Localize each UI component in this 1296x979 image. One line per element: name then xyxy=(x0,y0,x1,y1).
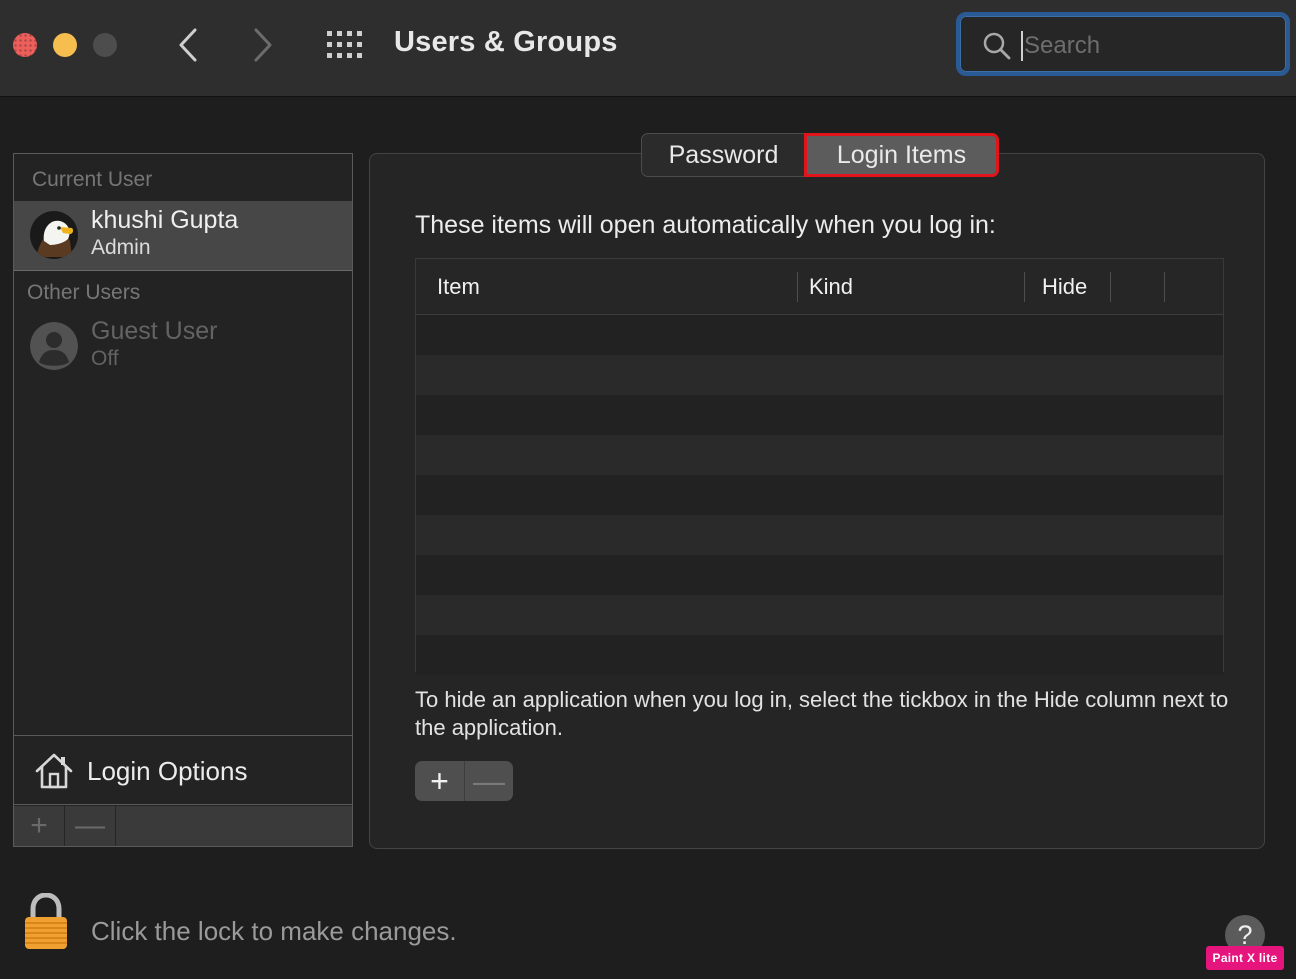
search-icon xyxy=(983,32,1011,60)
add-remove-control: + — xyxy=(415,761,513,801)
login-items-intro: These items will open automatically when… xyxy=(415,211,996,239)
avatar xyxy=(30,211,78,259)
column-divider[interactable] xyxy=(1024,272,1025,302)
table-row xyxy=(416,315,1223,355)
avatar xyxy=(30,322,78,370)
login-items-table[interactable]: Item Kind Hide xyxy=(415,258,1224,675)
column-header-kind[interactable]: Kind xyxy=(809,274,853,300)
back-button[interactable] xyxy=(170,26,206,64)
table-row xyxy=(416,355,1223,395)
table-row xyxy=(416,435,1223,475)
tab-bar: Password Login Items xyxy=(641,133,999,177)
minimize-window-button[interactable] xyxy=(53,33,77,57)
table-row xyxy=(416,635,1223,675)
lock-button[interactable] xyxy=(22,892,70,951)
chevron-right-icon xyxy=(254,28,272,62)
table-row xyxy=(416,555,1223,595)
login-options-button[interactable]: Login Options xyxy=(14,735,352,805)
column-header-hide[interactable]: Hide xyxy=(1042,274,1087,300)
tab-login-items[interactable]: Login Items xyxy=(804,133,999,177)
title-bar: Users & Groups xyxy=(0,0,1296,97)
user-row-current[interactable]: khushi Gupta Admin xyxy=(14,201,352,271)
other-users-header: Other Users xyxy=(27,281,141,304)
table-row xyxy=(416,395,1223,435)
tab-password[interactable]: Password xyxy=(642,134,805,176)
current-user-role: Admin xyxy=(91,236,151,259)
grid-icon xyxy=(327,31,362,58)
add-login-item-button[interactable]: + xyxy=(415,761,464,801)
column-divider[interactable] xyxy=(1110,272,1111,302)
house-icon xyxy=(35,753,73,789)
window-title: Users & Groups xyxy=(394,26,618,58)
person-icon xyxy=(30,322,78,370)
remove-user-button[interactable]: — xyxy=(65,806,116,846)
column-divider[interactable] xyxy=(797,272,798,302)
current-user-header: Current User xyxy=(32,168,153,191)
table-row xyxy=(416,475,1223,515)
add-user-button[interactable]: + xyxy=(14,806,65,846)
guest-user-name: Guest User xyxy=(91,317,218,345)
table-header: Item Kind Hide xyxy=(416,259,1223,315)
show-all-button[interactable] xyxy=(326,30,364,60)
table-body xyxy=(416,315,1223,675)
column-header-item[interactable]: Item xyxy=(437,274,480,300)
table-row xyxy=(416,595,1223,635)
users-sidebar: Current User khushi Gupta Admin Other Us… xyxy=(13,153,353,847)
column-divider[interactable] xyxy=(1164,272,1165,302)
search-input[interactable] xyxy=(1024,28,1274,64)
lock-icon xyxy=(25,892,67,949)
remove-login-item-button[interactable]: — xyxy=(464,761,513,801)
login-options-label: Login Options xyxy=(87,756,248,786)
zoom-window-button[interactable] xyxy=(93,33,117,57)
close-window-button[interactable] xyxy=(13,33,37,57)
lock-status-text[interactable]: Click the lock to make changes. xyxy=(91,916,457,947)
chevron-left-icon xyxy=(179,28,197,62)
table-row xyxy=(416,515,1223,555)
guest-user-status: Off xyxy=(91,347,119,370)
eagle-avatar-icon xyxy=(30,211,78,259)
user-row-guest[interactable]: Guest User Off xyxy=(14,312,352,382)
current-user-name: khushi Gupta xyxy=(91,206,239,234)
text-cursor xyxy=(1021,31,1023,61)
sidebar-footer: + — xyxy=(14,806,352,846)
search-field[interactable] xyxy=(956,12,1290,76)
paint-x-lite-watermark: Paint X lite xyxy=(1206,946,1284,970)
hide-hint-text: To hide an application when you log in, … xyxy=(415,687,1229,740)
forward-button[interactable] xyxy=(245,26,281,64)
